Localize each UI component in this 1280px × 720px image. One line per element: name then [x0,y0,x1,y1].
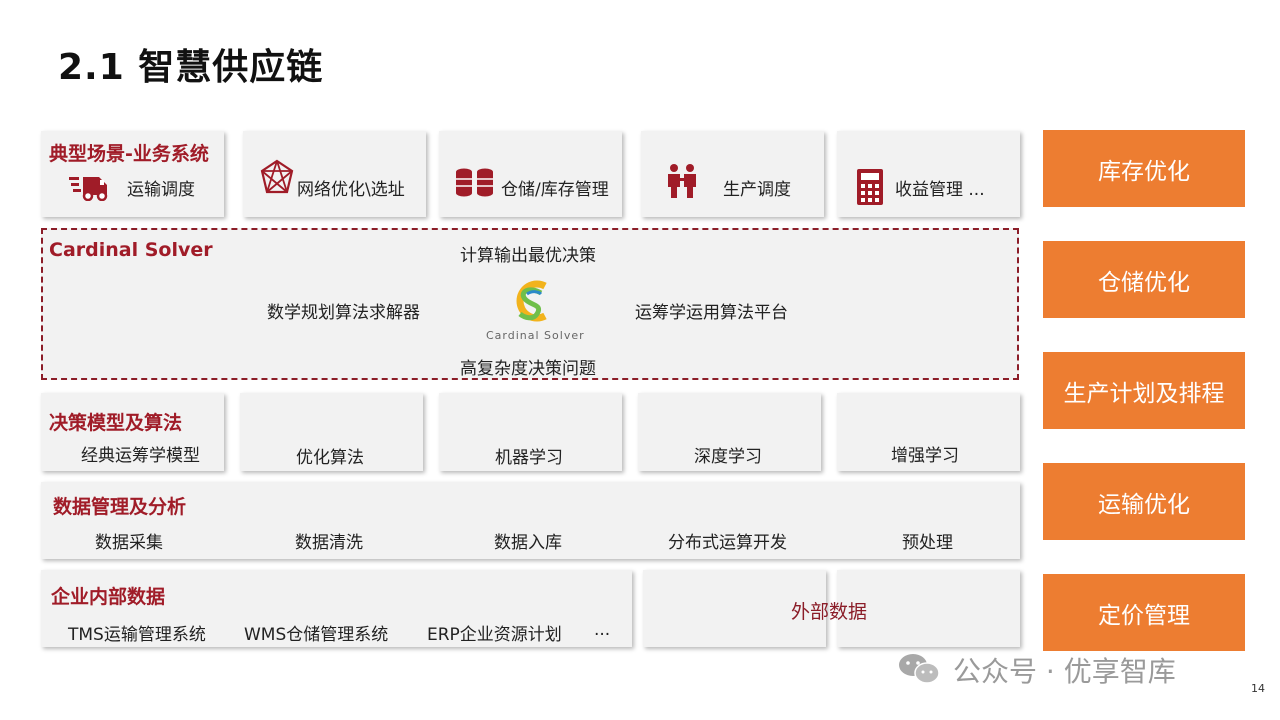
solver-top-text: 计算输出最优决策 [460,246,596,266]
scenario-box-warehouse: 仓储/库存管理 [439,131,622,217]
data-mgmt-item-ingest: 数据入库 [494,533,562,553]
enterprise-item-erp: ERP企业资源计划 [427,625,562,645]
scenario-label-revenue: 收益管理 ... [895,180,985,200]
model-box-optimization: 优化算法 [240,393,423,471]
model-label-dl: 深度学习 [694,447,762,467]
solver-panel: Cardinal Solver 计算输出最优决策 数学规划算法求解器 运筹学运用… [41,228,1019,380]
optimization-inventory: 库存优化 [1043,130,1245,207]
cardinal-solver-logo-icon [516,280,547,322]
model-label-optimization: 优化算法 [296,448,364,468]
solver-heading: Cardinal Solver [49,239,213,261]
watermark: 公众号 · 优享智库 [953,655,1176,688]
data-mgmt-panel: 数据管理及分析 数据采集 数据清洗 数据入库 分布式运算开发 预处理 [41,482,1020,559]
scenario-label-warehouse: 仓储/库存管理 [501,180,609,200]
scenario-box-revenue: 收益管理 ... [837,131,1020,217]
optimization-transport: 运输优化 [1043,463,1245,540]
model-label-ml: 机器学习 [495,448,563,468]
solver-logo-text: Cardinal Solver [486,329,585,342]
enterprise-heading: 企业内部数据 [51,586,166,608]
solver-right-text: 运筹学运用算法平台 [635,303,788,323]
optimization-warehouse: 仓储优化 [1043,241,1245,318]
model-label-rl: 增强学习 [891,446,959,466]
page-title: 2.1 智慧供应链 [58,47,324,88]
wechat-icon [899,654,940,684]
data-mgmt-item-clean: 数据清洗 [295,533,363,553]
data-mgmt-item-preprocess: 预处理 [902,533,953,553]
scenario-label-production: 生产调度 [723,180,791,200]
optimization-pricing: 定价管理 [1043,574,1245,651]
model-box-rl: 增强学习 [837,393,1020,471]
scenario-label-transport: 运输调度 [127,180,195,200]
optimization-production-scheduling: 生产计划及排程 [1043,352,1245,429]
truck-icon [69,177,108,201]
scenario-label-network: 网络优化\选址 [297,180,405,200]
model-box-classic: 决策模型及算法 经典运筹学模型 [41,393,224,471]
model-box-ml: 机器学习 [439,393,622,471]
database-icon [456,168,493,197]
scenario-box-transport: 典型场景-业务系统 运输调度 [41,131,224,217]
scenarios-heading: 典型场景-业务系统 [49,143,209,165]
models-heading: 决策模型及算法 [49,412,183,434]
scenario-box-network: 网络优化\选址 [243,131,426,217]
solver-left-text: 数学规划算法求解器 [267,303,420,323]
model-label-classic: 经典运筹学模型 [81,446,200,466]
enterprise-item-more: ... [594,620,611,640]
model-box-dl: 深度学习 [638,393,821,471]
calculator-icon [857,169,883,205]
solver-bottom-text: 高复杂度决策问题 [460,359,596,379]
network-icon [260,159,294,194]
data-mgmt-item-distributed: 分布式运算开发 [668,533,787,553]
enterprise-item-wms: WMS仓储管理系统 [244,625,389,645]
external-data-label: 外部数据 [791,601,868,623]
enterprise-item-tms: TMS运输管理系统 [68,625,206,645]
data-mgmt-item-collect: 数据采集 [95,533,163,553]
workers-icon [668,164,696,198]
data-mgmt-heading: 数据管理及分析 [53,496,187,518]
enterprise-data-panel: 企业内部数据 TMS运输管理系统 WMS仓储管理系统 ERP企业资源计划 ... [41,570,632,647]
page-number: 14 [1251,682,1265,695]
scenario-box-production: 生产调度 [641,131,824,217]
